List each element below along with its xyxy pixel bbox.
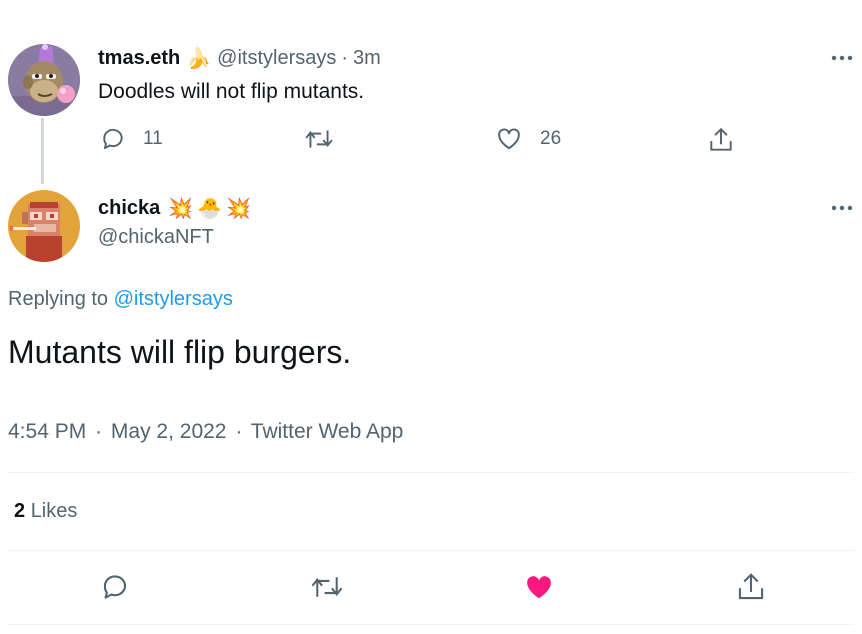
parent-timestamp[interactable]: 3m: [353, 47, 381, 70]
retweet-icon: [305, 130, 333, 148]
more-icon: [831, 55, 853, 61]
hatching-chick-emoji: 🐣: [197, 198, 223, 220]
share-icon: [710, 127, 732, 151]
bored-ape-avatar-image: [8, 44, 80, 116]
parent-display-name[interactable]: tmas.eth: [98, 47, 180, 70]
parent-tweet-header: tmas.eth 🍌 @itstylersays · 3m: [98, 46, 381, 71]
parent-tweet-text: Doodles will not flip mutants.: [98, 80, 365, 103]
divider: [8, 624, 854, 625]
main-share-button[interactable]: [736, 571, 766, 603]
parent-avatar[interactable]: [8, 44, 80, 116]
replying-to-label: Replying to: [8, 288, 109, 310]
meta-separator: ·: [95, 420, 103, 443]
main-retweet-button[interactable]: [310, 572, 344, 602]
main-like-button[interactable]: [523, 572, 555, 602]
likes-label: Likes: [30, 500, 78, 522]
main-avatar[interactable]: [8, 190, 80, 262]
main-author-row: chicka 💥 🐣 💥: [98, 196, 251, 221]
reply-icon: [103, 128, 123, 150]
heart-filled-icon: [527, 576, 551, 599]
parent-reply-button[interactable]: 11: [100, 126, 163, 152]
parent-retweet-button[interactable]: [304, 126, 334, 152]
main-tweet-text: Mutants will flip burgers.: [8, 334, 352, 370]
parent-like-button[interactable]: 26: [496, 126, 561, 152]
collision-emoji: 💥: [168, 198, 194, 220]
pixel-ape-avatar-image: [8, 190, 80, 262]
meta-separator: ·: [235, 420, 243, 443]
replying-to-handle[interactable]: @itstylersays: [114, 288, 233, 310]
tweet-date[interactable]: May 2, 2022: [111, 420, 227, 443]
tweet-time[interactable]: 4:54 PM: [8, 420, 86, 443]
heart-icon: [498, 128, 520, 150]
retweet-icon: [311, 577, 343, 597]
main-display-name[interactable]: chicka: [98, 197, 160, 220]
main-more-button[interactable]: [830, 200, 854, 216]
reply-icon: [103, 575, 127, 599]
header-separator: ·: [341, 47, 349, 69]
thread-connector-line: [41, 118, 44, 184]
likes-stat[interactable]: 2 Likes: [14, 500, 77, 523]
parent-handle[interactable]: @itstylersays: [217, 47, 336, 70]
more-icon: [831, 205, 853, 211]
parent-reply-count: 11: [143, 128, 163, 149]
parent-more-button[interactable]: [830, 50, 854, 66]
banana-emoji: 🍌: [186, 48, 212, 70]
divider: [8, 550, 854, 551]
tweet-meta: 4:54 PM · May 2, 2022 · Twitter Web App: [8, 420, 403, 444]
divider: [8, 472, 854, 473]
replying-to: Replying to @itstylersays: [8, 288, 233, 311]
main-handle[interactable]: @chickaNFT: [98, 226, 214, 249]
main-reply-button[interactable]: [100, 572, 130, 602]
share-icon: [738, 573, 764, 600]
parent-like-count: 26: [540, 128, 562, 149]
likes-count: 2: [14, 500, 26, 522]
collision-emoji: 💥: [226, 198, 251, 220]
tweet-source[interactable]: Twitter Web App: [251, 420, 404, 443]
parent-share-button[interactable]: [708, 126, 734, 154]
